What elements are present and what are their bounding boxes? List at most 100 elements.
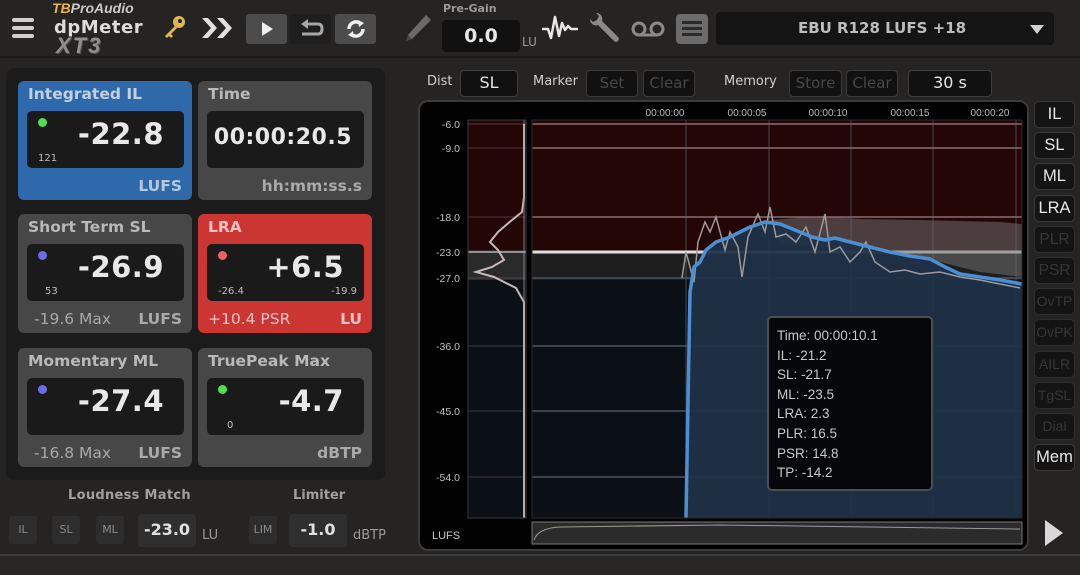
y-tick-label: -54.0 — [436, 472, 460, 484]
match-il-button[interactable]: IL — [9, 516, 37, 544]
loudness-match-label: Loudness Match — [68, 488, 191, 503]
pregain-unit: LU — [522, 35, 537, 49]
dist-label: Dist — [427, 74, 453, 89]
time-unit: hh:mm:ss.s — [261, 177, 362, 195]
toggle-ailr[interactable]: AILR — [1034, 350, 1075, 378]
lra-high: -19.9 — [331, 286, 357, 297]
short-term-title: Short Term SL — [28, 218, 151, 236]
x-tick-label: 00:00:05 — [728, 108, 767, 119]
graph-tooltip: Time: 00:00:10.1 IL: -21.2 SL: -21.7 ML:… — [767, 316, 933, 491]
toggle-tgsl[interactable]: TgSL — [1034, 381, 1075, 409]
lra-title: LRA — [208, 218, 242, 236]
short-term-tile[interactable]: Short Term SL -26.9 53 -19.6 Max LUFS — [18, 214, 192, 333]
match-ml-button[interactable]: ML — [96, 516, 124, 544]
list-icon[interactable] — [676, 14, 708, 44]
top-toolbar: TBProAudio dpMeter XT3 Pre-Gain 0.0 LU E… — [0, 0, 1080, 58]
short-term-unit: LUFS — [138, 310, 182, 328]
y-tick-label: -36.0 — [436, 341, 460, 353]
marker-set-button[interactable]: Set — [586, 70, 638, 97]
toggle-sl[interactable]: SL — [1034, 132, 1075, 160]
momentary-title: Momentary ML — [28, 352, 159, 370]
time-window-select[interactable]: 30 s — [908, 70, 992, 97]
short-term-value: -26.9 — [77, 250, 164, 284]
lra-tile[interactable]: LRA +6.5 -26.4 -19.9 +10.4 PSR LU — [198, 214, 372, 333]
lra-unit: LU — [340, 310, 362, 328]
fast-forward-icon[interactable] — [200, 14, 236, 42]
integrated-unit: LUFS — [138, 177, 182, 195]
key-icon[interactable] — [162, 14, 188, 40]
lra-value: +6.5 — [266, 250, 344, 284]
pregain-input[interactable]: 0.0 — [442, 20, 520, 52]
toggle-ml[interactable]: ML — [1034, 163, 1075, 191]
loudness-history-graph[interactable]: 00:00:00 00:00:05 00:00:10 00:00:15 00:00:20… — [418, 100, 1029, 551]
toggle-ovtp[interactable]: OvTP — [1034, 288, 1075, 316]
refresh-icon — [346, 20, 365, 38]
short-term-status-dot — [38, 251, 47, 260]
graph-canvas[interactable]: 00:00:00 00:00:05 00:00:10 00:00:15 00:00:20… — [420, 102, 1029, 551]
lra-display: +6.5 -26.4 -19.9 — [207, 244, 364, 301]
reset-button[interactable] — [335, 14, 376, 44]
short-term-count: 53 — [45, 286, 58, 297]
toggle-psr[interactable]: PSR — [1034, 257, 1075, 284]
integrated-display: -22.8 121 — [27, 111, 184, 168]
toggle-mem[interactable]: Mem — [1034, 444, 1075, 472]
momentary-tile[interactable]: Momentary ML -27.4 -16.8 Max LUFS — [18, 348, 192, 467]
truepeak-title: TruePeak Max — [208, 352, 330, 370]
dist-select[interactable]: SL — [460, 70, 518, 97]
pencil-icon[interactable] — [402, 12, 434, 44]
play-button[interactable] — [246, 14, 287, 44]
truepeak-unit: dBTP — [317, 444, 362, 462]
toggle-ovpk[interactable]: OvPK — [1034, 319, 1075, 347]
pregain-label: Pre-Gain — [443, 2, 497, 15]
momentary-status-dot — [38, 385, 47, 394]
menu-icon[interactable] — [12, 18, 34, 38]
histogram-quiet-zone — [468, 280, 526, 518]
memory-clear-button[interactable]: Clear — [846, 70, 898, 97]
marker-label: Marker — [533, 74, 578, 89]
momentary-value: -27.4 — [77, 384, 164, 418]
expand-arrow-icon[interactable] — [1045, 520, 1063, 546]
integrated-value: -22.8 — [77, 117, 164, 151]
integrated-status-dot — [38, 118, 47, 127]
momentary-unit: LUFS — [138, 444, 182, 462]
match-sl-button[interactable]: SL — [52, 516, 80, 544]
x-tick-label: 00:00:15 — [891, 108, 930, 119]
product-version: XT3 — [56, 33, 103, 58]
bottom-strip — [0, 554, 1080, 575]
time-tile[interactable]: Time 00:00:20.5 hh:mm:ss.s — [198, 81, 372, 200]
toggle-lra[interactable]: LRA — [1034, 194, 1075, 222]
y-tick-label: -23.0 — [436, 247, 460, 259]
graph-unit-label: LUFS — [432, 530, 460, 542]
memory-store-button[interactable]: Store — [789, 70, 842, 97]
preset-dropdown[interactable]: EBU R128 LUFS +18 — [716, 12, 1054, 45]
limiter-ceiling-input[interactable]: -1.0 — [289, 514, 347, 547]
toggle-plr[interactable]: PLR — [1034, 225, 1075, 253]
integrated-count: 121 — [38, 153, 58, 164]
truepeak-tile[interactable]: TruePeak Max -4.7 0 dBTP — [198, 348, 372, 467]
time-title: Time — [208, 85, 251, 103]
limiter-button[interactable]: LIM — [249, 516, 277, 544]
meter-panel: Integrated IL -22.8 121 LUFS Time 00:00:… — [6, 68, 385, 480]
x-tick-label: 00:00:20 — [971, 108, 1010, 119]
marker-clear-button[interactable]: Clear — [643, 70, 695, 97]
undo-button[interactable] — [290, 14, 331, 44]
x-tick-label: 00:00:00 — [646, 108, 685, 119]
waveform-icon[interactable] — [541, 14, 579, 42]
toggle-il[interactable]: IL — [1034, 101, 1075, 128]
y-tick-label: -18.0 — [436, 212, 460, 224]
tooltip-line: IL: -21.2 — [777, 347, 827, 363]
dropdown-caret-icon[interactable] — [1030, 25, 1044, 34]
short-term-max: -19.6 Max — [34, 310, 112, 328]
short-term-display: -26.9 53 — [27, 244, 184, 301]
limiter-label: Limiter — [293, 488, 346, 503]
wrench-icon[interactable] — [585, 10, 621, 46]
truepeak-value: -4.7 — [278, 384, 344, 418]
match-unit: LU — [202, 528, 219, 543]
integrated-tile[interactable]: Integrated IL -22.8 121 LUFS — [18, 81, 192, 200]
lra-psr: +10.4 PSR — [208, 310, 291, 328]
tape-icon[interactable] — [630, 18, 666, 40]
truepeak-display: -4.7 0 — [207, 378, 364, 435]
x-tick-label: 00:00:10 — [809, 108, 848, 119]
toggle-dial[interactable]: Dial — [1034, 413, 1075, 440]
match-target-input[interactable]: -23.0 — [138, 514, 196, 547]
